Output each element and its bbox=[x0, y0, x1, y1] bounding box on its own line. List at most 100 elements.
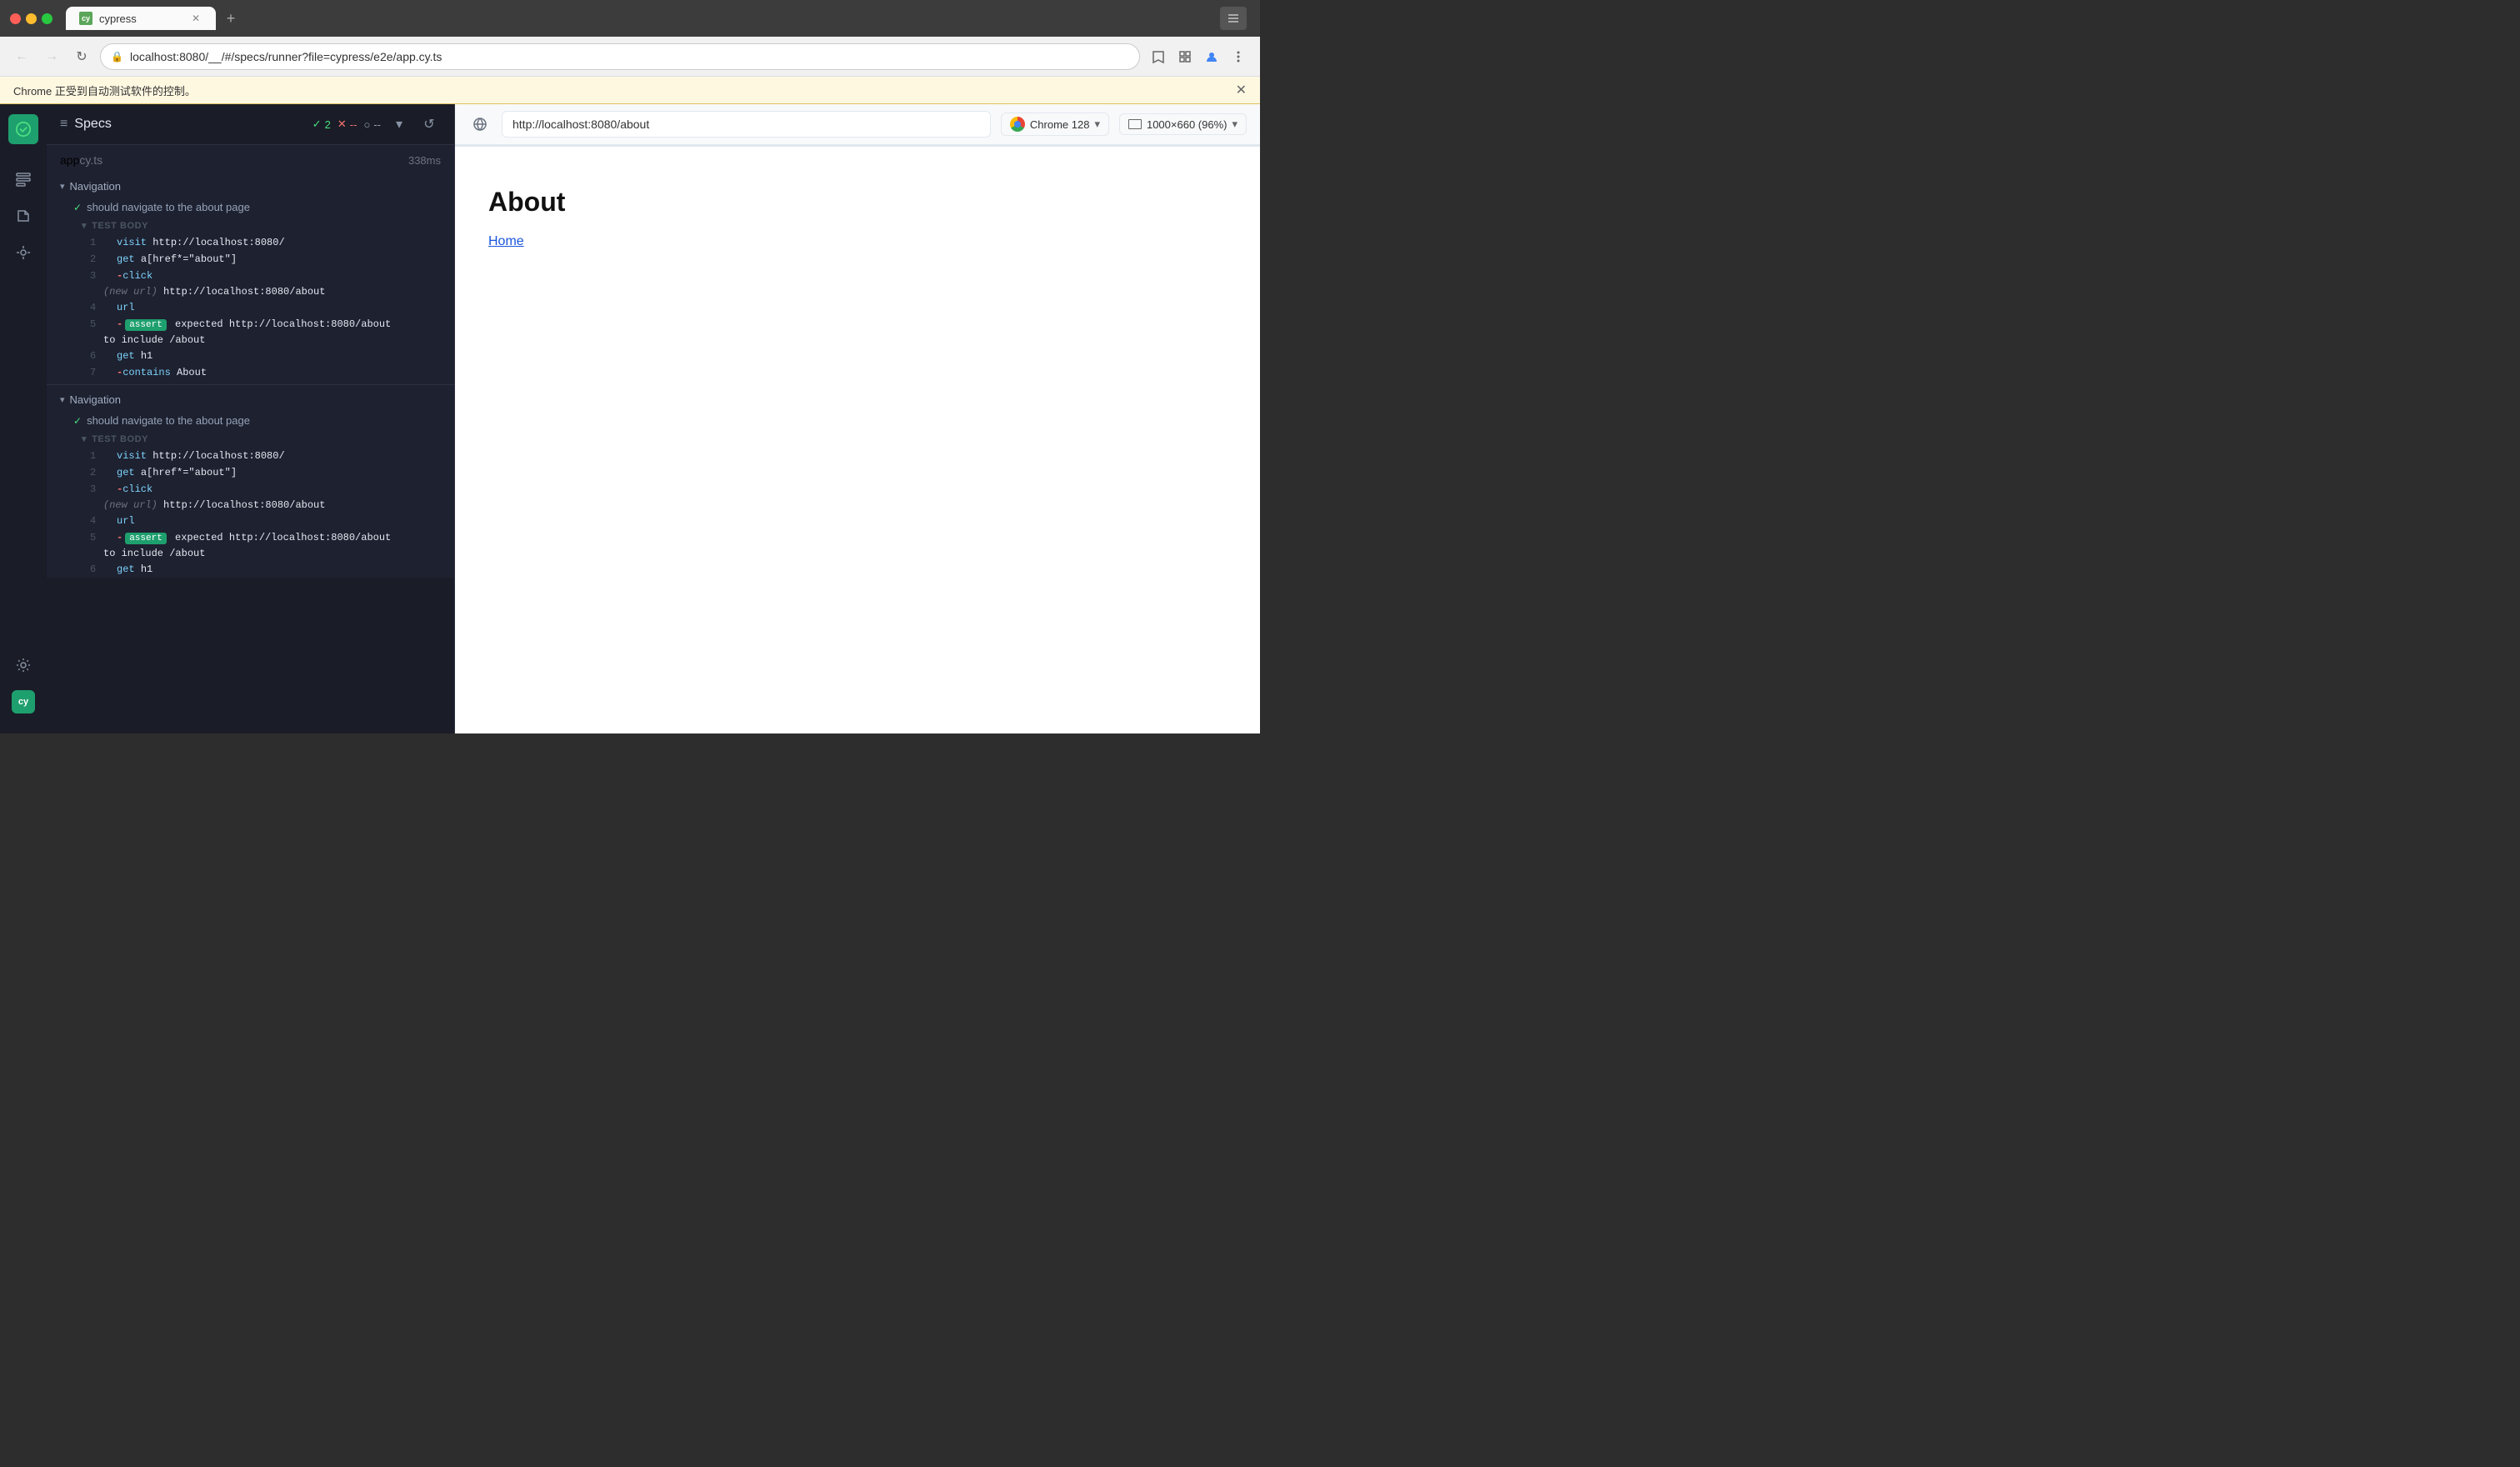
assert-badge-2: assert bbox=[125, 533, 167, 544]
test-name-1: should navigate to the about page bbox=[87, 201, 250, 213]
test-file: appcy.ts 338ms ▾ Navigation ✓ should nav… bbox=[47, 145, 454, 578]
tab-title: cypress bbox=[99, 13, 182, 25]
test-suite-1: ▾ Navigation ✓ should navigate to the ab… bbox=[47, 175, 454, 381]
profile-icon[interactable] bbox=[1200, 45, 1223, 68]
sidebar: cy bbox=[0, 104, 47, 734]
pass-icon: ✓ bbox=[312, 118, 322, 131]
assert-badge-1: assert bbox=[125, 319, 167, 331]
preview-size-badge[interactable]: 1000×660 (96%) ▾ bbox=[1119, 113, 1247, 135]
preview-url-bar[interactable]: http://localhost:8080/about bbox=[502, 111, 991, 138]
size-label: 1000×660 (96%) bbox=[1147, 118, 1228, 131]
preview-browser-badge[interactable]: Chrome 128 ▾ bbox=[1001, 113, 1109, 136]
suite-name-1: Navigation bbox=[70, 180, 121, 193]
browser-menu-button[interactable] bbox=[1220, 7, 1247, 30]
preview-home-link[interactable]: Home bbox=[488, 234, 524, 248]
file-name: app bbox=[60, 153, 79, 167]
sub-line-1-5: to include /about bbox=[47, 333, 454, 348]
back-button[interactable]: ← bbox=[10, 45, 33, 68]
browser-tab[interactable]: cy cypress ✕ bbox=[66, 7, 216, 30]
preview-url-text: http://localhost:8080/about bbox=[512, 118, 649, 131]
test-body-label-2: ▾ TEST BODY bbox=[47, 430, 454, 448]
minimize-button[interactable] bbox=[26, 13, 37, 24]
panel-controls: ✓ 2 ✕ -- ○ -- ▾ ↺ bbox=[312, 113, 441, 136]
address-text: localhost:8080/__/#/specs/runner?file=cy… bbox=[130, 50, 1129, 63]
suite-header-2[interactable]: ▾ Navigation bbox=[47, 388, 454, 411]
sub-line-2-5: to include /about bbox=[47, 546, 454, 561]
dropdown-button[interactable]: ▾ bbox=[388, 113, 411, 136]
bookmark-icon[interactable] bbox=[1147, 45, 1170, 68]
test-file-header[interactable]: appcy.ts 338ms bbox=[47, 145, 454, 175]
code-line-2-3[interactable]: 3 -click bbox=[47, 481, 454, 498]
browser-preview: http://localhost:8080/about Chrome 128 ▾… bbox=[455, 104, 1260, 734]
code-line-2-1[interactable]: 1 visit http://localhost:8080/ bbox=[47, 448, 454, 464]
suite-arrow-1: ▾ bbox=[60, 181, 65, 192]
suite-arrow-2: ▾ bbox=[60, 394, 65, 405]
test-file-name: appcy.ts bbox=[60, 153, 102, 167]
forward-button[interactable]: → bbox=[40, 45, 63, 68]
maximize-button[interactable] bbox=[42, 13, 52, 24]
extensions-icon[interactable] bbox=[1173, 45, 1197, 68]
code-line-2-2[interactable]: 2 get a[href*="about"] bbox=[47, 464, 454, 481]
code-line-2-4[interactable]: 4 url bbox=[47, 513, 454, 529]
code-line-1-6[interactable]: 6 get h1 bbox=[47, 348, 454, 364]
pending-count: -- bbox=[373, 118, 381, 131]
code-line-1-5[interactable]: 5 -assert expected http://localhost:8080… bbox=[47, 316, 454, 333]
suite-name-2: Navigation bbox=[70, 393, 121, 406]
sub-line-1-3: (new url) http://localhost:8080/about bbox=[47, 284, 454, 299]
preview-toolbar: http://localhost:8080/about Chrome 128 ▾… bbox=[455, 104, 1260, 145]
test-duration: 338ms bbox=[408, 154, 441, 167]
panel-header: ≡ Specs ✓ 2 ✕ -- ○ -- ▾ bbox=[47, 104, 454, 145]
code-line-1-7[interactable]: 7 -contains About bbox=[47, 364, 454, 381]
banner-close-button[interactable]: ✕ bbox=[1236, 82, 1247, 98]
fail-count: -- bbox=[350, 118, 358, 131]
test-suite-2: ▾ Navigation ✓ should navigate to the ab… bbox=[47, 388, 454, 578]
code-line-1-4[interactable]: 4 url bbox=[47, 299, 454, 316]
code-line-1-3[interactable]: 3 -click bbox=[47, 268, 454, 284]
file-ext: cy.ts bbox=[79, 153, 102, 167]
tab-favicon: cy bbox=[79, 12, 92, 25]
test-pass-icon-2: ✓ bbox=[73, 415, 82, 427]
test-case-1[interactable]: ✓ should navigate to the about page bbox=[47, 198, 454, 217]
test-list: appcy.ts 338ms ▾ Navigation ✓ should nav… bbox=[47, 145, 454, 734]
sidebar-specs-icon[interactable] bbox=[8, 201, 38, 231]
preview-content: About Home bbox=[455, 145, 1260, 734]
test-case-2[interactable]: ✓ should navigate to the about page bbox=[47, 411, 454, 430]
code-line-2-5[interactable]: 5 -assert expected http://localhost:8080… bbox=[47, 529, 454, 546]
viewport-icon bbox=[1128, 119, 1142, 129]
code-line-1-2[interactable]: 2 get a[href*="about"] bbox=[47, 251, 454, 268]
browser-dropdown-icon: ▾ bbox=[1094, 118, 1100, 131]
specs-icon: ≡ bbox=[60, 117, 68, 132]
sidebar-integrations-icon[interactable] bbox=[8, 238, 38, 268]
panel-title: Specs bbox=[74, 117, 111, 132]
pending-icon: ○ bbox=[363, 118, 370, 131]
test-body-arrow-1: ▾ bbox=[82, 220, 87, 231]
cypress-logo[interactable]: cy bbox=[8, 687, 38, 717]
code-line-2-6[interactable]: 6 get h1 bbox=[47, 561, 454, 578]
browser-label: Chrome 128 bbox=[1030, 118, 1090, 131]
pass-count: 2 bbox=[325, 118, 331, 131]
banner-text: Chrome 正受到自动测试软件的控制。 bbox=[13, 83, 196, 98]
fail-icon: ✕ bbox=[338, 118, 347, 131]
address-lock-icon: 🔒 bbox=[111, 51, 123, 63]
sidebar-runs-icon[interactable] bbox=[8, 164, 38, 194]
sidebar-logo[interactable] bbox=[8, 114, 38, 144]
sidebar-settings-icon[interactable] bbox=[8, 650, 38, 680]
new-tab-button[interactable]: + bbox=[219, 7, 242, 30]
test-body-arrow-2: ▾ bbox=[82, 433, 87, 444]
sub-line-2-3: (new url) http://localhost:8080/about bbox=[47, 498, 454, 513]
reload-button[interactable]: ↻ bbox=[70, 45, 93, 68]
test-panel: ≡ Specs ✓ 2 ✕ -- ○ -- ▾ bbox=[47, 104, 455, 734]
test-pass-icon-1: ✓ bbox=[73, 202, 82, 213]
tab-close-button[interactable]: ✕ bbox=[189, 12, 202, 25]
suite-header-1[interactable]: ▾ Navigation bbox=[47, 175, 454, 198]
test-name-2: should navigate to the about page bbox=[87, 414, 250, 427]
test-body-label-1: ▾ TEST BODY bbox=[47, 217, 454, 234]
code-block-2: 1 visit http://localhost:8080/ 2 get a[h… bbox=[47, 448, 454, 578]
reload-tests-button[interactable]: ↺ bbox=[418, 113, 441, 136]
browser-more-icon[interactable] bbox=[1227, 45, 1250, 68]
chrome-icon bbox=[1010, 117, 1025, 132]
preview-globe-icon bbox=[468, 113, 492, 136]
address-bar[interactable]: 🔒 localhost:8080/__/#/specs/runner?file=… bbox=[100, 43, 1140, 70]
code-line-1-1[interactable]: 1 visit http://localhost:8080/ bbox=[47, 234, 454, 251]
close-button[interactable] bbox=[10, 13, 21, 24]
